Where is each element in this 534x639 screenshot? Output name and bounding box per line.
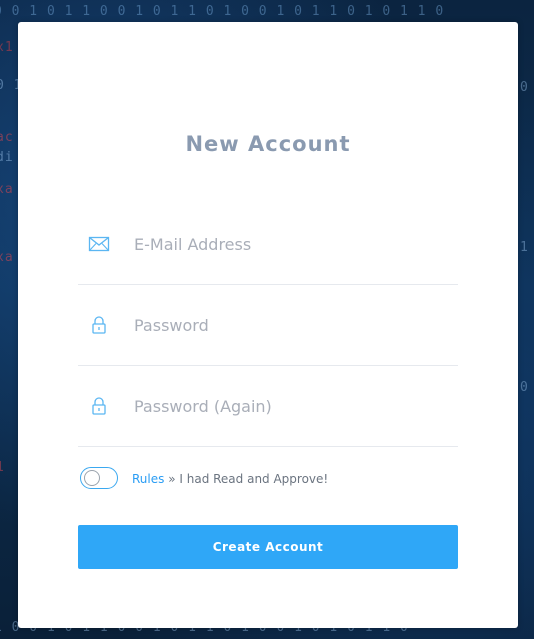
password-field-row: [78, 285, 458, 366]
rules-link[interactable]: Rules: [132, 472, 164, 486]
background-code-text: 0: [520, 380, 529, 395]
lock-icon: [88, 396, 110, 416]
background-code-text: 1: [520, 240, 529, 255]
rules-approve-text: I had Read and Approve!: [179, 472, 329, 486]
rules-text: Rules » I had Read and Approve!: [132, 472, 328, 486]
envelope-icon: [88, 234, 110, 254]
background-code-text: 0: [520, 80, 529, 95]
password-again-field-row: [78, 366, 458, 447]
password-input[interactable]: [134, 307, 444, 343]
create-account-button[interactable]: Create Account: [78, 525, 458, 569]
signup-card: New Account E-Mail Address Rules » I had…: [18, 22, 518, 628]
email-input[interactable]: [134, 226, 444, 262]
rules-row: Rules » I had Read and Approve!: [78, 465, 458, 495]
background-code-text: ac: [0, 130, 14, 145]
email-field-row: [78, 204, 458, 285]
password-confirm-input[interactable]: [134, 388, 444, 424]
lock-icon: [88, 315, 110, 335]
background-code-text: xa: [0, 250, 14, 265]
rules-separator: »: [168, 472, 176, 486]
background-code-text: 0 0 1 0 1 1 0 0 1 0 1 1 0 1 0 0 1 0 1 1 …: [0, 4, 445, 19]
toggle-knob: [84, 470, 100, 486]
rules-toggle[interactable]: [80, 467, 118, 489]
page-title: New Account: [185, 132, 351, 156]
background-code-text: di: [0, 150, 14, 165]
background-code-text: xa: [0, 182, 14, 197]
background-code-text: 1: [0, 460, 5, 475]
